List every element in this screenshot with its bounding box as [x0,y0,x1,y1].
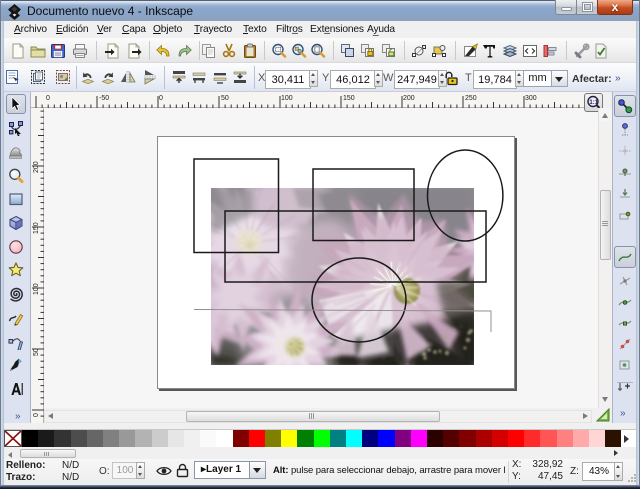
svg-text:150: 150 [33,222,40,234]
svg-text:0: 0 [46,95,50,102]
svg-text:200: 200 [33,161,40,173]
svg-text:250: 250 [465,95,477,102]
svg-text:50: 50 [33,348,40,356]
svg-text:300: 300 [525,95,537,102]
svg-text:200: 200 [403,95,415,102]
svg-text:-50: -50 [99,95,109,102]
svg-text:50: 50 [221,95,229,102]
svg-text:150: 150 [343,95,355,102]
svg-text:0: 0 [33,413,40,417]
svg-text:100: 100 [33,283,40,295]
svg-text:0: 0 [159,95,163,102]
svg-text:100: 100 [281,95,293,102]
